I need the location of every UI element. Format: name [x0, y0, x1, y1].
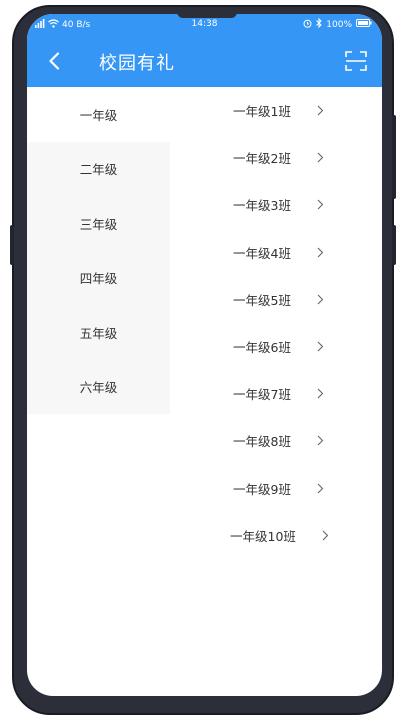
volume-button	[392, 225, 396, 265]
grade-item[interactable]: 三年级	[27, 196, 170, 251]
scan-button[interactable]	[344, 49, 368, 73]
chevron-right-icon	[317, 388, 324, 399]
chevron-right-icon	[317, 199, 324, 210]
grade-label: 一年级	[79, 107, 118, 123]
chevron-right-icon	[317, 435, 324, 446]
class-label: 一年级6班	[233, 340, 291, 356]
class-label: 一年级5班	[233, 292, 291, 308]
chevron-left-icon	[49, 52, 60, 70]
chevron-right-icon	[322, 530, 329, 541]
grade-label: 二年级	[79, 162, 118, 178]
class-label: 一年级10班	[230, 528, 296, 544]
class-item[interactable]: 一年级4班	[170, 229, 382, 276]
class-item[interactable]: 一年级8班	[170, 417, 382, 464]
grade-item[interactable]: 一年级	[27, 87, 170, 142]
grade-item[interactable]: 五年级	[27, 305, 170, 360]
battery-icon	[356, 19, 372, 30]
class-item[interactable]: 一年级7班	[170, 370, 382, 417]
notch	[177, 14, 237, 18]
page-title: 校园有礼	[99, 53, 175, 74]
class-label: 一年级3班	[233, 198, 291, 214]
status-right: 100%	[303, 17, 372, 31]
grade-label: 四年级	[79, 271, 118, 287]
class-label: 一年级8班	[233, 434, 291, 450]
class-label: 一年级2班	[233, 151, 291, 167]
grade-item[interactable]: 二年级	[27, 141, 170, 196]
chevron-right-icon	[317, 152, 324, 163]
grade-item[interactable]: 六年级	[27, 359, 170, 414]
back-button[interactable]	[43, 47, 65, 75]
scan-icon	[345, 51, 367, 71]
screen: 40 B/s 14:38 100% 校园有礼 一年级 二年级 三年级 四年级 五…	[27, 14, 382, 696]
class-label: 一年级1班	[233, 104, 291, 120]
class-label: 一年级7班	[233, 387, 291, 403]
class-item[interactable]: 一年级5班	[170, 276, 382, 323]
grade-item[interactable]: 四年级	[27, 250, 170, 305]
class-item[interactable]: 一年级10班	[170, 512, 382, 559]
class-label: 一年级9班	[233, 481, 291, 497]
battery-level: 100%	[326, 19, 352, 30]
grade-label: 三年级	[79, 216, 118, 232]
side-button-left	[10, 225, 14, 265]
alarm-icon	[303, 19, 312, 31]
app-header: 校园有礼	[27, 36, 382, 87]
class-label: 一年级4班	[233, 245, 291, 261]
power-button	[392, 115, 396, 199]
grade-label: 六年级	[79, 380, 118, 396]
grade-list: 一年级 二年级 三年级 四年级 五年级 六年级	[27, 87, 170, 414]
grade-label: 五年级	[79, 325, 118, 341]
chevron-right-icon	[317, 247, 324, 258]
bluetooth-icon	[316, 17, 322, 31]
chevron-right-icon	[317, 341, 324, 352]
class-item[interactable]: 一年级1班	[170, 87, 382, 134]
chevron-right-icon	[317, 105, 324, 116]
status-bar: 40 B/s 14:38 100%	[27, 14, 382, 36]
class-item[interactable]: 一年级9班	[170, 465, 382, 512]
class-item[interactable]: 一年级6班	[170, 323, 382, 370]
class-list: 一年级1班 一年级2班 一年级3班 一年级4班 一年级5班 一年级6班 一年级7…	[170, 87, 382, 559]
class-item[interactable]: 一年级3班	[170, 181, 382, 228]
chevron-right-icon	[317, 483, 324, 494]
class-item[interactable]: 一年级2班	[170, 134, 382, 181]
chevron-right-icon	[317, 294, 324, 305]
